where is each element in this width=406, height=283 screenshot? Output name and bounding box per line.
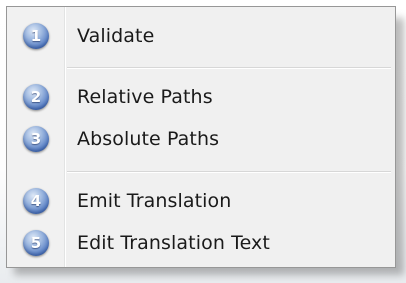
- badge-container: 2: [9, 84, 63, 110]
- menu-separator: [67, 67, 391, 69]
- number-2-icon: 2: [23, 84, 49, 110]
- menu-item-label: Edit Translation Text: [77, 232, 270, 254]
- menu-item-label: Validate: [77, 25, 155, 47]
- menu-item-relative-paths[interactable]: 2 Relative Paths: [9, 77, 393, 117]
- context-menu: 1 Validate 2 Relative Paths 3 Absolute P…: [6, 6, 396, 268]
- menu-item-validate[interactable]: 1 Validate: [9, 16, 393, 56]
- number-4-icon: 4: [23, 188, 49, 214]
- menu-item-edit-translation-text[interactable]: 5 Edit Translation Text: [9, 223, 393, 263]
- menu-item-label: Absolute Paths: [77, 128, 220, 150]
- menu-item-label: Emit Translation: [77, 190, 232, 212]
- badge-container: 5: [9, 230, 63, 256]
- screen: 1 Validate 2 Relative Paths 3 Absolute P…: [0, 0, 406, 283]
- number-1-icon: 1: [23, 23, 49, 49]
- number-3-icon: 3: [23, 126, 49, 152]
- menu-item-label: Relative Paths: [77, 86, 213, 108]
- badge-container: 4: [9, 188, 63, 214]
- menu-separator: [67, 171, 391, 173]
- badge-container: 3: [9, 126, 63, 152]
- menu-item-absolute-paths[interactable]: 3 Absolute Paths: [9, 119, 393, 159]
- menu-item-emit-translation[interactable]: 4 Emit Translation: [9, 181, 393, 221]
- number-5-icon: 5: [23, 230, 49, 256]
- badge-container: 1: [9, 23, 63, 49]
